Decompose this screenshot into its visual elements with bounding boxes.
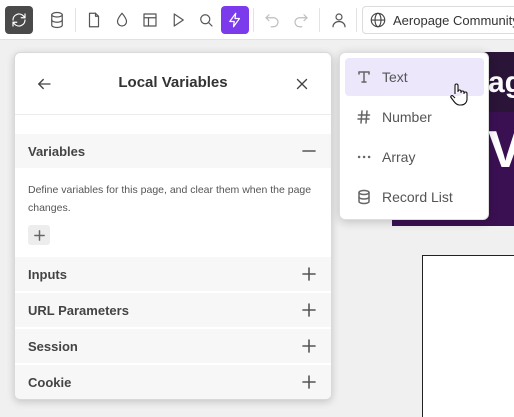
lightning-icon[interactable] (221, 6, 249, 34)
menu-item-label: Record List (382, 189, 453, 205)
canvas-frame[interactable] (422, 255, 514, 417)
menu-item-label: Text (382, 69, 408, 85)
menu-item-label: Array (382, 149, 416, 165)
section-label: Session (28, 339, 78, 354)
toolbar-divider (75, 8, 76, 32)
user-icon[interactable] (325, 6, 353, 34)
database-icon[interactable] (43, 6, 71, 34)
banner-heading-fragment: ag (488, 66, 514, 99)
editor-toolbar: Aeropage Community (0, 0, 514, 40)
section-label: URL Parameters (28, 303, 129, 318)
undo-icon[interactable] (258, 6, 286, 34)
panel-header: Local Variables (15, 53, 331, 115)
section-variables[interactable]: Variables (15, 134, 331, 168)
menu-item-record-list[interactable]: Record List (345, 178, 484, 216)
toolbar-divider (319, 8, 320, 32)
toolbar-divider (253, 8, 254, 32)
add-variable-button[interactable] (28, 225, 50, 245)
globe-icon (370, 12, 386, 28)
menu-item-label: Number (382, 109, 432, 125)
toolbar-divider (356, 8, 357, 32)
banner-title-fragment: Ve (488, 121, 514, 179)
section-label: Variables (28, 144, 86, 159)
variable-type-menu: Text Number Array Record List (339, 52, 489, 220)
text-type-icon (354, 67, 374, 87)
dots-icon (354, 147, 374, 167)
menu-item-array[interactable]: Array (345, 138, 484, 176)
play-icon[interactable] (164, 6, 192, 34)
section-inputs[interactable]: Inputs (15, 257, 331, 291)
section-session[interactable]: Session (15, 329, 331, 363)
section-label: Inputs (28, 267, 67, 282)
search-icon[interactable] (192, 6, 220, 34)
plus-icon (33, 229, 45, 241)
section-label: Cookie (28, 375, 72, 390)
layout-icon[interactable] (136, 6, 164, 34)
page-icon[interactable] (80, 6, 108, 34)
redo-icon[interactable] (287, 6, 315, 34)
section-cookie[interactable]: Cookie (15, 365, 331, 399)
variables-description: Define variables for this page, and clea… (28, 184, 312, 214)
project-selector[interactable]: Aeropage Community (362, 6, 514, 34)
panel-title: Local Variables (118, 74, 228, 91)
minus-icon[interactable] (301, 143, 317, 159)
plus-icon[interactable] (301, 338, 317, 354)
plus-icon[interactable] (301, 374, 317, 390)
plus-icon[interactable] (301, 266, 317, 282)
section-url-parameters[interactable]: URL Parameters (15, 293, 331, 327)
droplet-icon[interactable] (108, 6, 136, 34)
hand-cursor-icon (450, 83, 468, 106)
plus-icon[interactable] (301, 302, 317, 318)
local-variables-panel: Local Variables Variables Define variabl… (14, 52, 332, 400)
hash-icon (354, 107, 374, 127)
database-icon (354, 187, 374, 207)
project-name: Aeropage Community (393, 12, 514, 28)
close-icon[interactable] (291, 73, 313, 95)
sync-icon[interactable] (5, 6, 33, 34)
